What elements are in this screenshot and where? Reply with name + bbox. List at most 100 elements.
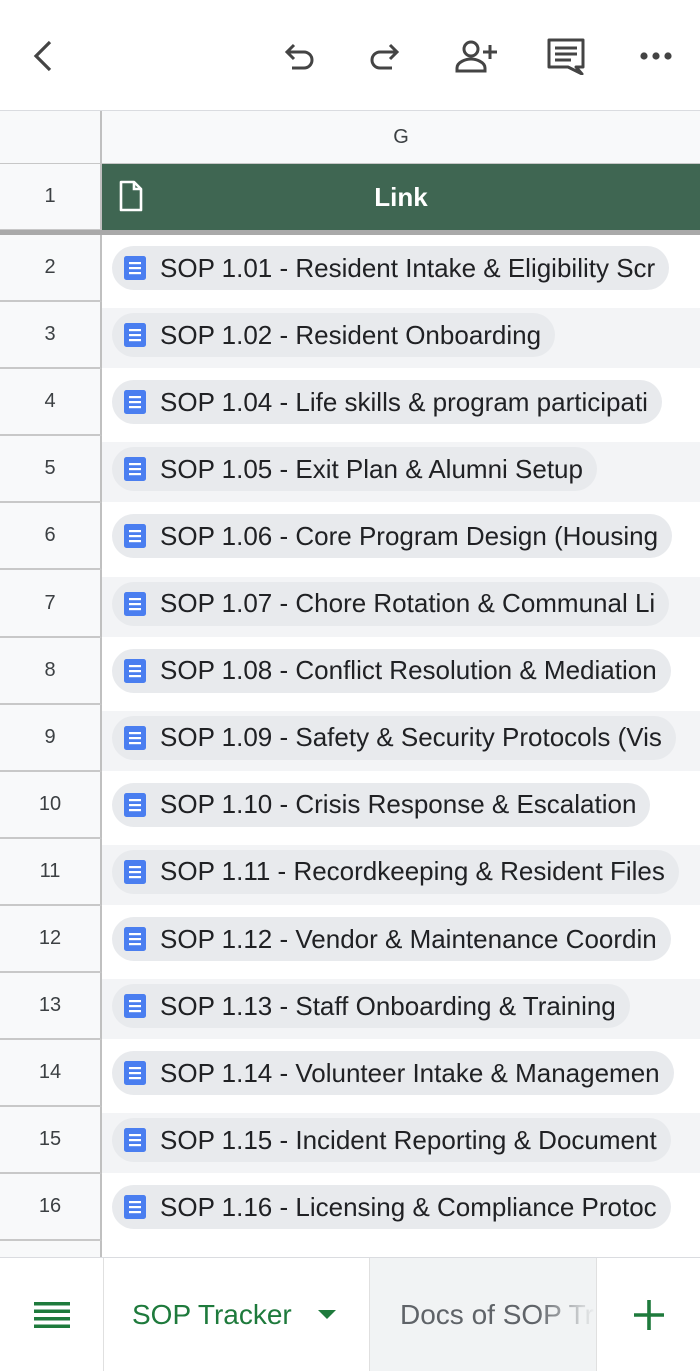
- doc-link-text: SOP 1.07 - Chore Rotation & Communal Li: [160, 588, 656, 618]
- tab-docs-of-sop[interactable]: Docs of SOP Tr: [370, 1258, 596, 1371]
- doc-link-chip[interactable]: SOP 1.12 - Vendor & Maintenance Coordin: [112, 917, 671, 961]
- doc-link-text: SOP 1.02 - Resident Onboarding: [160, 319, 542, 350]
- doc-link-text: SOP 1.01 - Resident Intake & Eligibility…: [160, 252, 656, 283]
- comment-icon: [547, 38, 585, 75]
- row-number[interactable]: 1: [0, 164, 102, 231]
- doc-link-text: SOP 1.09 - Safety & Security Protocols (…: [160, 722, 662, 753]
- undo-icon: [284, 43, 314, 70]
- doc-link-text: SOP 1.15 - Incident Reporting & Document: [160, 1124, 657, 1155]
- row-number[interactable]: 11: [0, 838, 102, 906]
- row-number[interactable]: 9: [0, 704, 102, 772]
- row-number[interactable]: 4: [0, 369, 102, 437]
- row-number[interactable]: 8: [0, 637, 102, 705]
- doc-link-chip[interactable]: SOP 1.02 - Resident Onboarding: [112, 313, 556, 358]
- link-cell[interactable]: SOP 1.15 - Incident Reporting & Document: [102, 1107, 700, 1175]
- doc-link-chip[interactable]: SOP 1.04 - Life skills & program partici…: [112, 380, 662, 425]
- file-icon: [119, 180, 143, 212]
- row-number[interactable]: 15: [0, 1107, 102, 1175]
- link-cell[interactable]: SOP 1.04 - Life skills & program partici…: [102, 369, 700, 437]
- table-row: 14 SOP 1.14 - Volunteer Intake & Manageme…: [0, 1040, 700, 1108]
- row-number[interactable]: 5: [0, 436, 102, 504]
- table-row: 6 SOP 1.06 - Core Program Design (Housing: [0, 503, 700, 571]
- undo-button[interactable]: [270, 30, 326, 82]
- table-row: 3 SOP 1.02 - Resident Onboarding: [0, 302, 700, 370]
- tab-sop-tracker[interactable]: SOP Tracker: [104, 1258, 370, 1371]
- doc-link-chip[interactable]: SOP 1.15 - Incident Reporting & Document: [112, 1118, 671, 1163]
- doc-link-text: SOP 1.13 - Staff Onboarding & Training: [160, 990, 616, 1021]
- plus-icon: [633, 1299, 664, 1330]
- row-number[interactable]: 3: [0, 302, 102, 370]
- google-doc-icon: [124, 725, 146, 750]
- doc-link-chip[interactable]: SOP 1.11 - Recordkeeping & Resident File…: [112, 849, 679, 894]
- header-cell-link[interactable]: Link: [102, 164, 700, 231]
- chevron-left-icon: [33, 40, 52, 72]
- link-cell[interactable]: SOP 1.14 - Volunteer Intake & Managemen: [102, 1040, 700, 1108]
- header-row: 1 Link: [0, 164, 700, 231]
- row-number[interactable]: 13: [0, 973, 102, 1041]
- google-doc-icon: [124, 524, 146, 549]
- row-number[interactable]: 2: [0, 235, 102, 302]
- column-letter: G: [393, 125, 409, 148]
- row-number[interactable]: 16: [0, 1174, 102, 1242]
- redo-icon: [370, 43, 400, 70]
- google-doc-icon: [124, 390, 146, 415]
- doc-link-chip[interactable]: SOP 1.14 - Volunteer Intake & Managemen: [112, 1051, 674, 1096]
- row-number[interactable]: 12: [0, 906, 102, 973]
- google-doc-icon: [124, 792, 146, 817]
- column-header-g[interactable]: G: [102, 111, 700, 164]
- doc-link-chip[interactable]: SOP 1.10 - Crisis Response & Escalation: [112, 782, 651, 827]
- more-options-button[interactable]: [628, 30, 684, 82]
- link-cell[interactable]: SOP 1.16 - Licensing & Compliance Protoc: [102, 1174, 700, 1242]
- google-doc-icon: [124, 1061, 146, 1086]
- back-button[interactable]: [16, 30, 72, 82]
- link-cell[interactable]: SOP 1.07 - Chore Rotation & Communal Li: [102, 570, 700, 638]
- doc-link-text: SOP 1.05 - Exit Plan & Alumni Setup: [160, 453, 583, 484]
- link-cell[interactable]: SOP 1.01 - Resident Intake & Eligibility…: [102, 235, 700, 302]
- caret-down-icon[interactable]: [317, 1310, 336, 1319]
- link-cell[interactable]: SOP 1.13 - Staff Onboarding & Training: [102, 973, 700, 1041]
- row-number[interactable]: 7: [0, 570, 102, 638]
- doc-link-chip[interactable]: SOP 1.08 - Conflict Resolution & Mediati…: [112, 648, 671, 693]
- person-add-icon: [455, 40, 497, 73]
- table-row: 7 SOP 1.07 - Chore Rotation & Communal Li: [0, 570, 700, 638]
- link-cell[interactable]: SOP 1.05 - Exit Plan & Alumni Setup: [102, 436, 700, 504]
- comments-button[interactable]: [538, 30, 594, 82]
- redo-button[interactable]: [358, 30, 414, 82]
- google-doc-icon: [124, 1195, 146, 1220]
- doc-link-chip[interactable]: SOP 1.06 - Core Program Design (Housing: [112, 514, 673, 559]
- link-cell[interactable]: SOP 1.12 - Vendor & Maintenance Coordin: [102, 906, 700, 973]
- link-cell[interactable]: SOP 1.08 - Conflict Resolution & Mediati…: [102, 637, 700, 705]
- doc-link-chip[interactable]: SOP 1.07 - Chore Rotation & Communal Li: [112, 581, 670, 626]
- add-sheet-button[interactable]: [596, 1258, 700, 1371]
- table-row: 11 SOP 1.11 - Recordkeeping & Resident Fi…: [0, 838, 700, 906]
- doc-link-text: SOP 1.12 - Vendor & Maintenance Coordin: [160, 923, 657, 954]
- doc-link-chip[interactable]: SOP 1.05 - Exit Plan & Alumni Setup: [112, 447, 597, 492]
- doc-link-chip[interactable]: SOP 1.01 - Resident Intake & Eligibility…: [112, 246, 670, 290]
- doc-link-chip[interactable]: SOP 1.16 - Licensing & Compliance Protoc: [112, 1185, 671, 1230]
- spreadsheet-grid[interactable]: G 1 Link 2 SOP 1.01 - Resident Intake & E…: [0, 111, 700, 1257]
- google-doc-icon: [124, 457, 146, 482]
- doc-link-text: SOP 1.14 - Volunteer Intake & Managemen: [160, 1057, 660, 1088]
- row-number[interactable]: 10: [0, 771, 102, 839]
- link-cell[interactable]: SOP 1.11 - Recordkeeping & Resident File…: [102, 838, 700, 906]
- top-toolbar: [0, 0, 700, 111]
- sheet-tab-bar: SOP Tracker Docs of SOP Tr: [0, 1257, 700, 1371]
- all-sheets-button[interactable]: [0, 1258, 104, 1371]
- table-row: 4 SOP 1.04 - Life skills & program partic…: [0, 369, 700, 437]
- link-cell[interactable]: SOP 1.10 - Crisis Response & Escalation: [102, 771, 700, 839]
- row-number[interactable]: 6: [0, 503, 102, 571]
- table-row: 5 SOP 1.05 - Exit Plan & Alumni Setup: [0, 436, 700, 504]
- doc-link-chip[interactable]: SOP 1.13 - Staff Onboarding & Training: [112, 984, 630, 1029]
- google-doc-icon: [124, 1128, 146, 1153]
- link-cell[interactable]: SOP 1.06 - Core Program Design (Housing: [102, 503, 700, 571]
- google-doc-icon: [124, 859, 146, 884]
- link-cell[interactable]: SOP 1.02 - Resident Onboarding: [102, 302, 700, 370]
- row-number[interactable]: 14: [0, 1040, 102, 1108]
- more-horizontal-icon: [640, 52, 672, 60]
- link-cell[interactable]: SOP 1.09 - Safety & Security Protocols (…: [102, 704, 700, 772]
- table-row: 8 SOP 1.08 - Conflict Resolution & Mediat…: [0, 637, 700, 705]
- share-button[interactable]: [448, 30, 504, 82]
- table-row: 16 SOP 1.16 - Licensing & Compliance Prot…: [0, 1174, 700, 1242]
- doc-link-chip[interactable]: SOP 1.09 - Safety & Security Protocols (…: [112, 715, 676, 760]
- select-all-corner[interactable]: [0, 111, 102, 164]
